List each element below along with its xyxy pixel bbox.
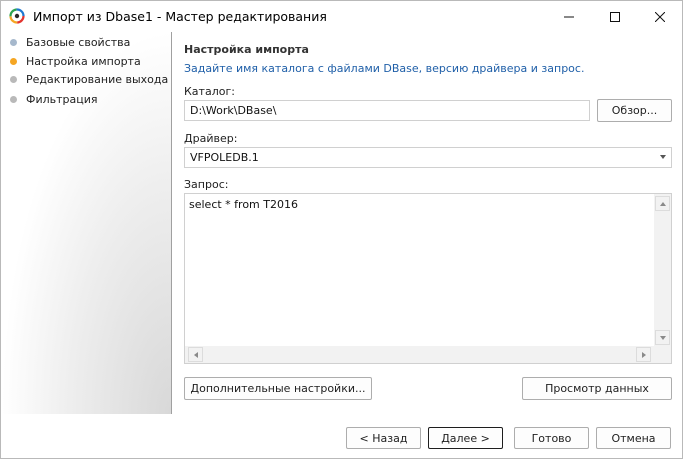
close-icon [655,11,665,22]
query-label: Запрос: [184,178,229,191]
chevron-down-icon[interactable] [660,155,666,159]
wizard-steps-panel: Базовые свойства Настройка импорта Редак… [2,32,171,414]
step-label: Базовые свойства [26,35,131,49]
driver-value: VFPOLEDB.1 [190,151,259,164]
window-title: Импорт из Dbase1 - Мастер редактирования [33,9,327,24]
catalog-input[interactable]: D:\Work\DBase\ [184,100,590,121]
finish-button[interactable]: Готово [514,427,589,449]
scroll-down-button[interactable] [655,330,670,345]
query-text[interactable]: select * from T2016 [189,198,298,211]
scroll-right-icon [641,351,646,358]
vertical-scrollbar[interactable] [654,194,671,347]
panel-divider [171,32,172,414]
step-indicator-icon [10,38,17,46]
back-button[interactable]: < Назад [346,427,421,449]
step-indicator-icon [10,57,17,65]
step-output-editing[interactable]: Редактирование выхода [10,71,168,87]
next-button[interactable]: Далее > [428,427,503,449]
scroll-left-button[interactable] [188,347,203,362]
advanced-settings-button[interactable]: Дополнительные настройки... [184,377,372,400]
step-label: Настройка импорта [26,54,141,68]
title-bar[interactable]: Импорт из Dbase1 - Мастер редактирования [1,1,682,32]
step-indicator-icon [10,75,17,83]
driver-select[interactable]: VFPOLEDB.1 [184,147,672,168]
cancel-button[interactable]: Отмена [596,427,671,449]
step-base-properties[interactable]: Базовые свойства [10,34,130,50]
step-filtering[interactable]: Фильтрация [10,91,98,107]
step-label: Фильтрация [26,92,98,106]
app-logo-icon [9,8,25,24]
driver-label: Драйвер: [184,132,238,145]
minimize-button[interactable] [546,1,592,32]
horizontal-scrollbar[interactable] [185,346,655,363]
scrollbar-corner [654,346,671,363]
close-button[interactable] [637,1,683,32]
scroll-left-icon [193,351,198,358]
scroll-right-button[interactable] [636,347,651,362]
step-indicator-icon [10,95,17,103]
scroll-down-icon [659,335,666,340]
section-description: Задайте имя каталога с файлами DBase, ве… [184,62,585,75]
catalog-label: Каталог: [184,85,235,98]
browse-button[interactable]: Обзор... [597,99,672,122]
step-label: Редактирование выхода [26,72,169,86]
catalog-value: D:\Work\DBase\ [190,104,277,117]
wizard-window: Импорт из Dbase1 - Мастер редактирования [0,0,683,459]
query-textarea[interactable]: select * from T2016 [184,193,672,364]
preview-data-button[interactable]: Просмотр данных [522,377,672,400]
maximize-icon [610,11,620,22]
minimize-icon [564,16,574,17]
steps-panel-background [2,32,171,414]
maximize-button[interactable] [592,1,638,32]
section-title: Настройка импорта [184,43,309,56]
step-import-settings[interactable]: Настройка импорта [10,53,141,69]
scroll-up-button[interactable] [655,196,670,211]
scroll-up-icon [659,201,666,206]
